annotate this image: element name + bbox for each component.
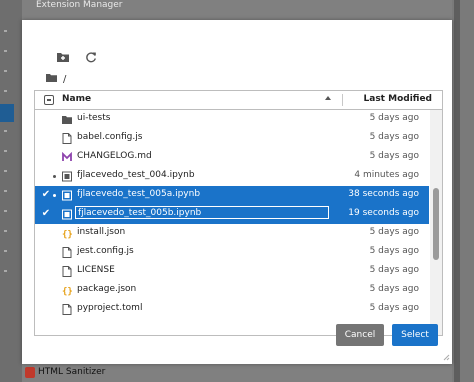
sidebar-selected-item — [0, 104, 14, 122]
sidebar-tick — [4, 130, 7, 132]
svg-text:{}: {} — [62, 287, 72, 296]
sidebar-tick — [4, 230, 7, 232]
file-name: LICENSE — [77, 265, 115, 275]
html5-icon — [25, 367, 35, 378]
background-footer: HTML Sanitizer — [22, 364, 452, 382]
row-checkbox[interactable]: ✔ — [41, 190, 51, 200]
scrollbar[interactable] — [430, 110, 442, 335]
file-modified: 38 seconds ago — [348, 189, 419, 199]
select-button[interactable]: Select — [392, 324, 438, 346]
sidebar-tick — [4, 250, 7, 252]
select-all-checkbox[interactable] — [44, 95, 54, 105]
file-row[interactable]: ui-tests 5 days ago — [35, 110, 429, 129]
sidebar-tick — [4, 190, 7, 192]
sidebar-tick — [4, 210, 7, 212]
file-modified: 5 days ago — [369, 113, 419, 123]
file-row[interactable]: {} install.json 5 days ago — [35, 224, 429, 243]
file-modified: 5 days ago — [369, 227, 419, 237]
sidebar-tick — [4, 90, 7, 92]
file-name: jest.config.js — [77, 246, 134, 256]
file-row[interactable]: {} package.json 5 days ago — [35, 281, 429, 300]
new-folder-icon[interactable] — [56, 50, 70, 64]
sidebar-tick — [4, 150, 7, 152]
file-name: pyproject.toml — [77, 303, 143, 313]
file-icon — [62, 247, 72, 258]
file-name: CHANGELOG.md — [77, 151, 152, 161]
file-modified: 5 days ago — [369, 284, 419, 294]
background-title: Extension Manager — [36, 0, 123, 10]
file-dialog: / Name Last Modified ui-tests 5 days ago b… — [22, 20, 452, 364]
file-icon — [62, 304, 72, 315]
file-icon — [62, 266, 72, 277]
column-divider[interactable] — [342, 94, 343, 106]
background-sidebar — [0, 0, 22, 382]
file-row[interactable]: ✔ fjlacevedo_test_005a.ipynb 38 seconds ag… — [35, 186, 429, 205]
file-name: ui-tests — [77, 113, 111, 123]
resize-handle-icon[interactable] — [442, 353, 450, 361]
sidebar-tick — [4, 30, 7, 32]
running-indicator-icon — [53, 194, 56, 197]
scrollbar-thumb[interactable] — [433, 188, 439, 260]
file-listing: Name Last Modified ui-tests 5 days ago bab… — [34, 90, 443, 336]
file-row[interactable]: LICENSE 5 days ago — [35, 262, 429, 281]
sidebar-tick — [4, 170, 7, 172]
sidebar-tick — [4, 70, 7, 72]
file-modified: 5 days ago — [369, 246, 419, 256]
file-row[interactable]: jest.config.js 5 days ago — [35, 243, 429, 262]
notebook-icon — [62, 209, 72, 220]
background-footer-label: HTML Sanitizer — [38, 367, 106, 377]
file-row[interactable]: pyproject.toml 5 days ago — [35, 300, 429, 319]
folder-icon[interactable] — [46, 73, 57, 86]
file-row[interactable]: CHANGELOG.md 5 days ago — [35, 148, 429, 167]
file-modified: 5 days ago — [369, 151, 419, 161]
file-row[interactable]: ✔ fjlacevedo_test_005b.ipynb 19 seconds ag… — [35, 205, 429, 224]
svg-text:{}: {} — [62, 230, 72, 239]
file-row[interactable]: babel.config.js 5 days ago — [35, 129, 429, 148]
running-indicator-icon — [53, 175, 56, 178]
refresh-icon[interactable] — [84, 50, 98, 64]
file-modified: 5 days ago — [369, 303, 419, 313]
file-modified: 4 minutes ago — [354, 170, 419, 180]
file-icon — [62, 133, 72, 144]
file-name: babel.config.js — [77, 132, 143, 142]
notebook-icon — [62, 190, 72, 201]
rename-input[interactable]: fjlacevedo_test_005b.ipynb — [75, 206, 329, 219]
last-modified-column-header[interactable]: Last Modified — [364, 94, 432, 104]
json-icon: {} — [62, 228, 73, 240]
file-row[interactable]: fjlacevedo_test_004.ipynb 4 minutes ago — [35, 167, 429, 186]
sidebar-tick — [4, 270, 7, 272]
sidebar-tick — [4, 50, 7, 52]
folder-icon — [62, 114, 72, 125]
name-column-header[interactable]: Name — [62, 94, 91, 104]
breadcrumb: / — [46, 72, 66, 86]
background-right-panel — [452, 0, 474, 382]
notebook-icon — [62, 171, 72, 182]
file-name: package.json — [77, 284, 137, 294]
file-name: install.json — [77, 227, 126, 237]
listing-header: Name Last Modified — [35, 91, 442, 110]
file-name: fjlacevedo_test_004.ipynb — [77, 170, 195, 180]
file-modified: 19 seconds ago — [348, 208, 419, 218]
json-icon: {} — [62, 285, 73, 297]
cancel-button[interactable]: Cancel — [336, 324, 384, 346]
sort-ascending-icon[interactable] — [325, 96, 331, 100]
file-modified: 5 days ago — [369, 265, 419, 275]
background-header: Extension Manager — [22, 0, 452, 20]
breadcrumb-root[interactable]: / — [63, 74, 66, 85]
file-modified: 5 days ago — [369, 132, 419, 142]
row-checkbox[interactable]: ✔ — [41, 209, 51, 219]
file-name: fjlacevedo_test_005a.ipynb — [77, 189, 201, 199]
markdown-icon — [62, 151, 72, 163]
